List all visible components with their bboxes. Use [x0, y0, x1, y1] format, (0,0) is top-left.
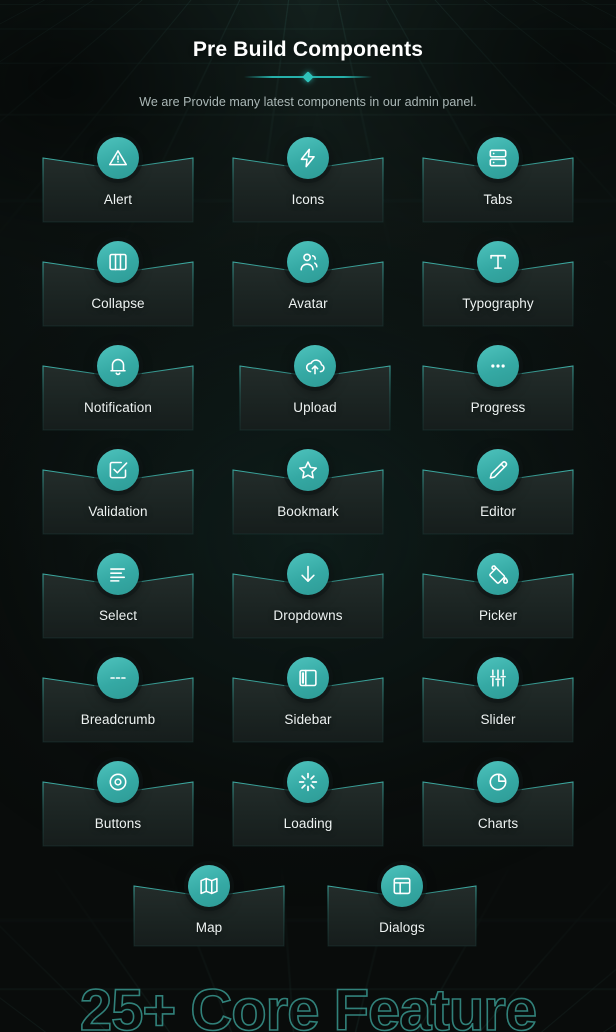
component-card-map[interactable]: Map — [134, 865, 284, 946]
card-label: Avatar — [288, 296, 328, 311]
cloud-upload-icon[interactable] — [294, 345, 336, 387]
split-panel-icon[interactable] — [97, 241, 139, 283]
circle-dot-icon[interactable] — [97, 761, 139, 803]
folded-map-icon[interactable] — [188, 865, 230, 907]
component-card-dropdowns[interactable]: Dropdowns — [233, 553, 383, 638]
component-card-bookmark[interactable]: Bookmark — [233, 449, 383, 534]
page-root: Pre Build Components We are Provide many… — [0, 0, 616, 1032]
component-card-typography[interactable]: Typography — [423, 241, 573, 326]
card-label: Icons — [291, 192, 325, 207]
card-label: Typography — [462, 296, 534, 311]
alert-triangle-icon[interactable] — [97, 137, 139, 179]
component-card-progress[interactable]: Progress — [423, 345, 573, 430]
component-card-alert[interactable]: Alert — [43, 137, 193, 222]
lightning-bolt-icon[interactable] — [287, 137, 329, 179]
sliders-icon[interactable] — [477, 657, 519, 699]
sidebar-panel-icon[interactable] — [287, 657, 329, 699]
component-card-slider[interactable]: Slider — [423, 657, 573, 742]
card-label: Map — [195, 920, 223, 935]
window-layout-icon[interactable] — [381, 865, 423, 907]
component-card-buttons[interactable]: Buttons — [43, 761, 193, 846]
card-label: Dialogs — [379, 920, 425, 935]
card-label: Upload — [293, 400, 337, 415]
stacked-panels-icon[interactable] — [477, 137, 519, 179]
component-card-notification[interactable]: Notification — [43, 345, 193, 430]
card-label: Collapse — [91, 296, 145, 311]
checkbox-check-icon[interactable] — [97, 449, 139, 491]
component-card-dialogs[interactable]: Dialogs — [328, 865, 476, 946]
pencil-icon[interactable] — [477, 449, 519, 491]
component-card-tabs[interactable]: Tabs — [423, 137, 573, 222]
component-card-loading[interactable]: Loading — [233, 761, 383, 846]
card-label: Alert — [103, 192, 133, 207]
card-label: Notification — [84, 400, 152, 415]
users-icon[interactable] — [287, 241, 329, 283]
component-card-avatar[interactable]: Avatar — [233, 241, 383, 326]
card-label: Tabs — [483, 192, 513, 207]
component-card-editor[interactable]: Editor — [423, 449, 573, 534]
paint-bucket-icon[interactable] — [477, 553, 519, 595]
card-label: Validation — [88, 504, 148, 519]
pie-chart-icon[interactable] — [477, 761, 519, 803]
card-label: Sidebar — [284, 712, 332, 727]
card-label: Breadcrumb — [80, 712, 156, 727]
serif-t-icon[interactable] — [477, 241, 519, 283]
three-dots-icon[interactable] — [477, 345, 519, 387]
component-card-picker[interactable]: Picker — [423, 553, 573, 638]
component-card-sidebar[interactable]: Sidebar — [233, 657, 383, 742]
align-left-icon[interactable] — [97, 553, 139, 595]
star-icon[interactable] — [287, 449, 329, 491]
card-label: Slider — [480, 712, 516, 727]
card-label: Picker — [478, 608, 518, 623]
card-label: Bookmark — [277, 504, 339, 519]
card-label: Dropdowns — [273, 608, 343, 623]
card-label: Charts — [477, 816, 519, 831]
card-label: Progress — [470, 400, 526, 415]
component-card-breadcrumb[interactable]: Breadcrumb — [43, 657, 193, 742]
card-label: Loading — [283, 816, 333, 831]
component-card-charts[interactable]: Charts — [423, 761, 573, 846]
card-label: Buttons — [94, 816, 142, 831]
card-label: Select — [98, 608, 138, 623]
component-grid: Alert Icons Tabs Collapse Avatar Typogra… — [0, 0, 616, 1032]
bell-icon[interactable] — [97, 345, 139, 387]
card-label: Editor — [480, 504, 516, 519]
component-card-collapse[interactable]: Collapse — [43, 241, 193, 326]
spinner-icon[interactable] — [287, 761, 329, 803]
component-card-validation[interactable]: Validation — [43, 449, 193, 534]
component-card-select[interactable]: Select — [43, 553, 193, 638]
dashes-icon[interactable] — [97, 657, 139, 699]
arrow-down-icon[interactable] — [287, 553, 329, 595]
component-card-upload[interactable]: Upload — [240, 345, 390, 430]
component-card-icons[interactable]: Icons — [233, 137, 383, 222]
